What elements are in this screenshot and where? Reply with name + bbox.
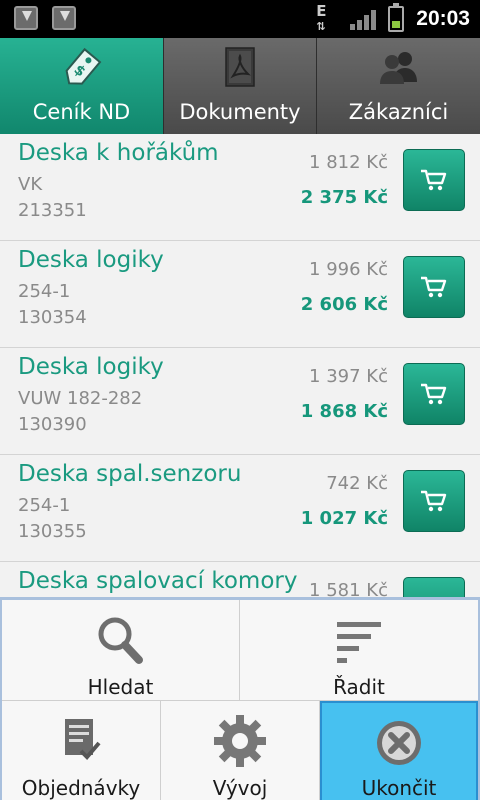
- orders-checklist-icon: [65, 719, 101, 760]
- product-name: Deska logiky: [18, 354, 164, 380]
- menu-item-label: Objednávky: [21, 776, 141, 800]
- tab-documents[interactable]: Dokumenty: [164, 38, 317, 134]
- sale-price: 2 606 Kč: [300, 294, 388, 315]
- tab-label: Dokumenty: [179, 100, 301, 124]
- product-name: Deska logiky: [18, 247, 164, 273]
- product-name: Deska k hořákům: [18, 140, 219, 166]
- sale-price: 1 027 Kč: [300, 508, 388, 529]
- product-number: 213351: [18, 200, 87, 221]
- sale-price: 2 375 Kč: [300, 187, 388, 208]
- purchase-price: 1 996 Kč: [309, 259, 388, 280]
- product-code: 254-1: [18, 281, 71, 302]
- add-to-cart-button[interactable]: [403, 363, 465, 425]
- sort-icon: [337, 622, 381, 663]
- signal-strength-icon: [350, 8, 377, 30]
- list-item[interactable]: Deska logiky VUW 182-282 130390 1 397 Kč…: [0, 348, 480, 455]
- cart-icon: [421, 276, 447, 298]
- list-item[interactable]: Deska k hořákům VK 213351 1 812 Kč 2 375…: [0, 134, 480, 241]
- list-item[interactable]: Deska spal.senzoru 254-1 130355 742 Kč 1…: [0, 455, 480, 562]
- tab-label: Zákazníci: [348, 100, 449, 124]
- tab-customers[interactable]: Zákazníci: [317, 38, 480, 134]
- product-code: 254-1: [18, 495, 71, 516]
- clock: 20:03: [416, 7, 470, 30]
- product-name: Deska spal.senzoru: [18, 461, 242, 487]
- product-code: VK: [18, 174, 43, 195]
- close-icon: [377, 721, 421, 765]
- search-icon: [98, 617, 143, 664]
- menu-item-label: Ukončit: [361, 776, 437, 800]
- purchase-price: 1 812 Kč: [309, 152, 388, 173]
- product-code: VUW 182-282: [18, 388, 143, 409]
- product-number: 130355: [18, 521, 87, 542]
- cart-icon: [421, 169, 447, 191]
- add-to-cart-button[interactable]: [403, 470, 465, 532]
- product-name: Deska spalovací komory: [18, 568, 298, 594]
- add-to-cart-button[interactable]: [403, 149, 465, 211]
- pdf-document-icon: [225, 47, 255, 87]
- product-number: 130390: [18, 414, 87, 435]
- menu-item-label: Vývoj: [212, 776, 268, 800]
- options-menu: Hledat Řadit Objednávky Vývoj Ukončit: [0, 597, 480, 800]
- add-to-cart-button[interactable]: [403, 256, 465, 318]
- download-notification-icon: [52, 6, 76, 30]
- cart-icon: [421, 383, 447, 405]
- sale-price: 1 868 Kč: [300, 401, 388, 422]
- tab-price-list[interactable]: $ Ceník ND: [0, 38, 164, 134]
- tab-label: Ceník ND: [32, 100, 131, 124]
- menu-item-development[interactable]: Vývoj: [161, 701, 320, 800]
- menu-item-sort[interactable]: Řadit: [240, 600, 478, 700]
- product-list: Deska k hořákům VK 213351 1 812 Kč 2 375…: [0, 134, 480, 669]
- list-item[interactable]: Deska logiky 254-1 130354 1 996 Kč 2 606…: [0, 241, 480, 348]
- menu-item-orders[interactable]: Objednávky: [2, 701, 161, 800]
- cart-icon: [421, 490, 447, 512]
- product-number: 130354: [18, 307, 87, 328]
- gear-icon: [214, 715, 266, 767]
- tab-bar: $ Ceník ND Dokumenty Zákazníci: [0, 38, 480, 134]
- purchase-price: 742 Kč: [326, 473, 388, 494]
- menu-item-label: Řadit: [333, 675, 385, 699]
- download-notification-icon: [14, 6, 38, 30]
- people-icon: [379, 52, 417, 84]
- menu-item-exit[interactable]: Ukončit: [320, 701, 478, 800]
- price-tag-icon: $: [65, 47, 101, 85]
- purchase-price: 1 397 Kč: [309, 366, 388, 387]
- battery-icon: [388, 3, 405, 32]
- edge-network-icon: E ⇅: [316, 2, 327, 34]
- menu-item-search[interactable]: Hledat: [2, 600, 240, 700]
- menu-item-label: Hledat: [87, 675, 154, 699]
- status-bar: E ⇅ 20:03: [0, 0, 480, 38]
